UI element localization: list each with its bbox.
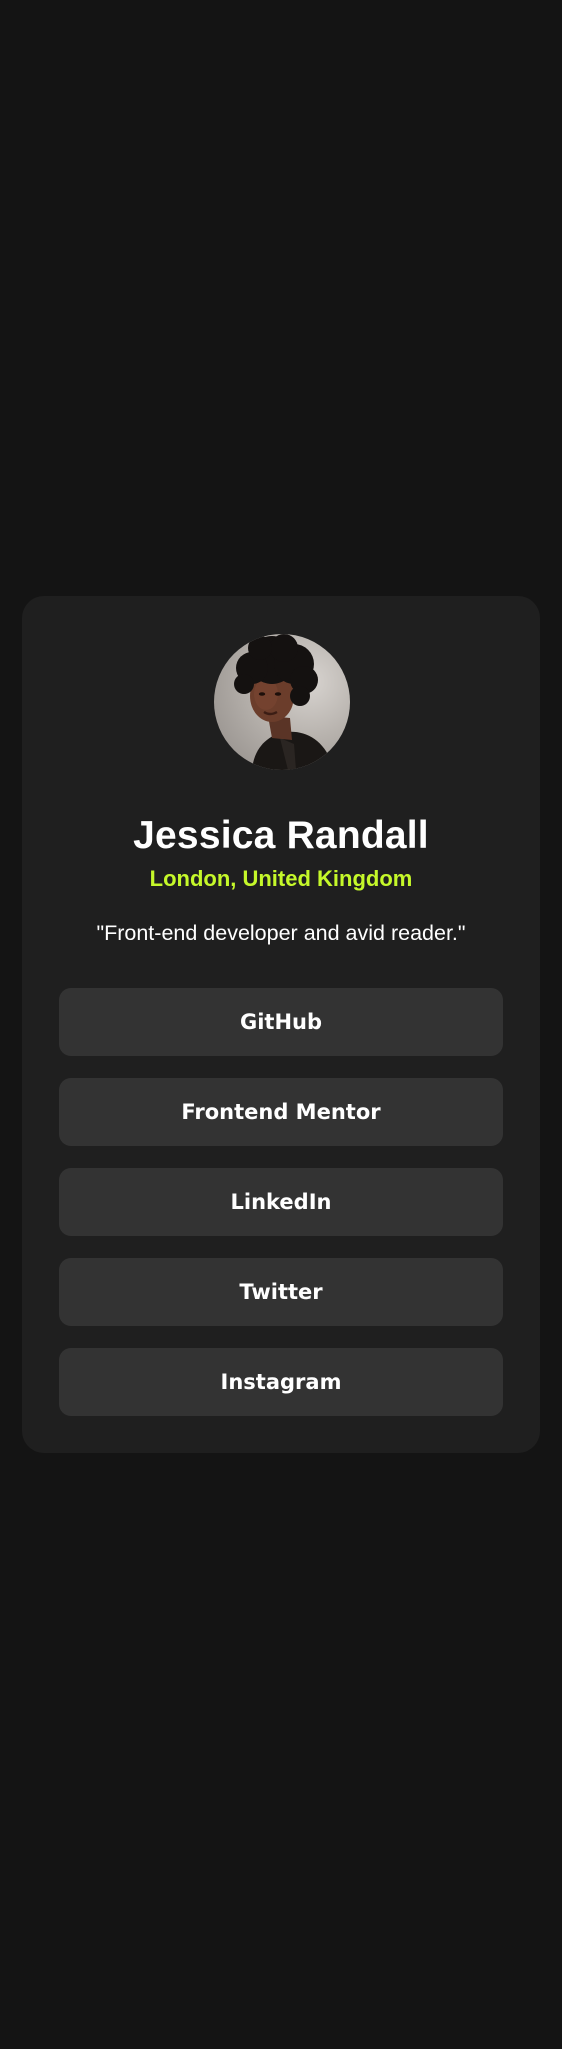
- github-link-button[interactable]: GitHub: [59, 988, 503, 1056]
- frontend-mentor-link-button[interactable]: Frontend Mentor: [59, 1078, 503, 1146]
- profile-bio: "Front-end developer and avid reader.": [96, 921, 466, 945]
- avatar: [214, 634, 350, 770]
- avatar-photo: [234, 634, 334, 770]
- instagram-link-button[interactable]: Instagram: [59, 1348, 503, 1416]
- linkedin-link-button[interactable]: LinkedIn: [59, 1168, 503, 1236]
- profile-card: Jessica Randall London, United Kingdom "…: [22, 596, 540, 1453]
- social-links-list: GitHub Frontend Mentor LinkedIn Twitter …: [59, 988, 503, 1438]
- profile-name: Jessica Randall: [133, 814, 429, 857]
- profile-location: London, United Kingdom: [149, 866, 413, 891]
- twitter-link-button[interactable]: Twitter: [59, 1258, 503, 1326]
